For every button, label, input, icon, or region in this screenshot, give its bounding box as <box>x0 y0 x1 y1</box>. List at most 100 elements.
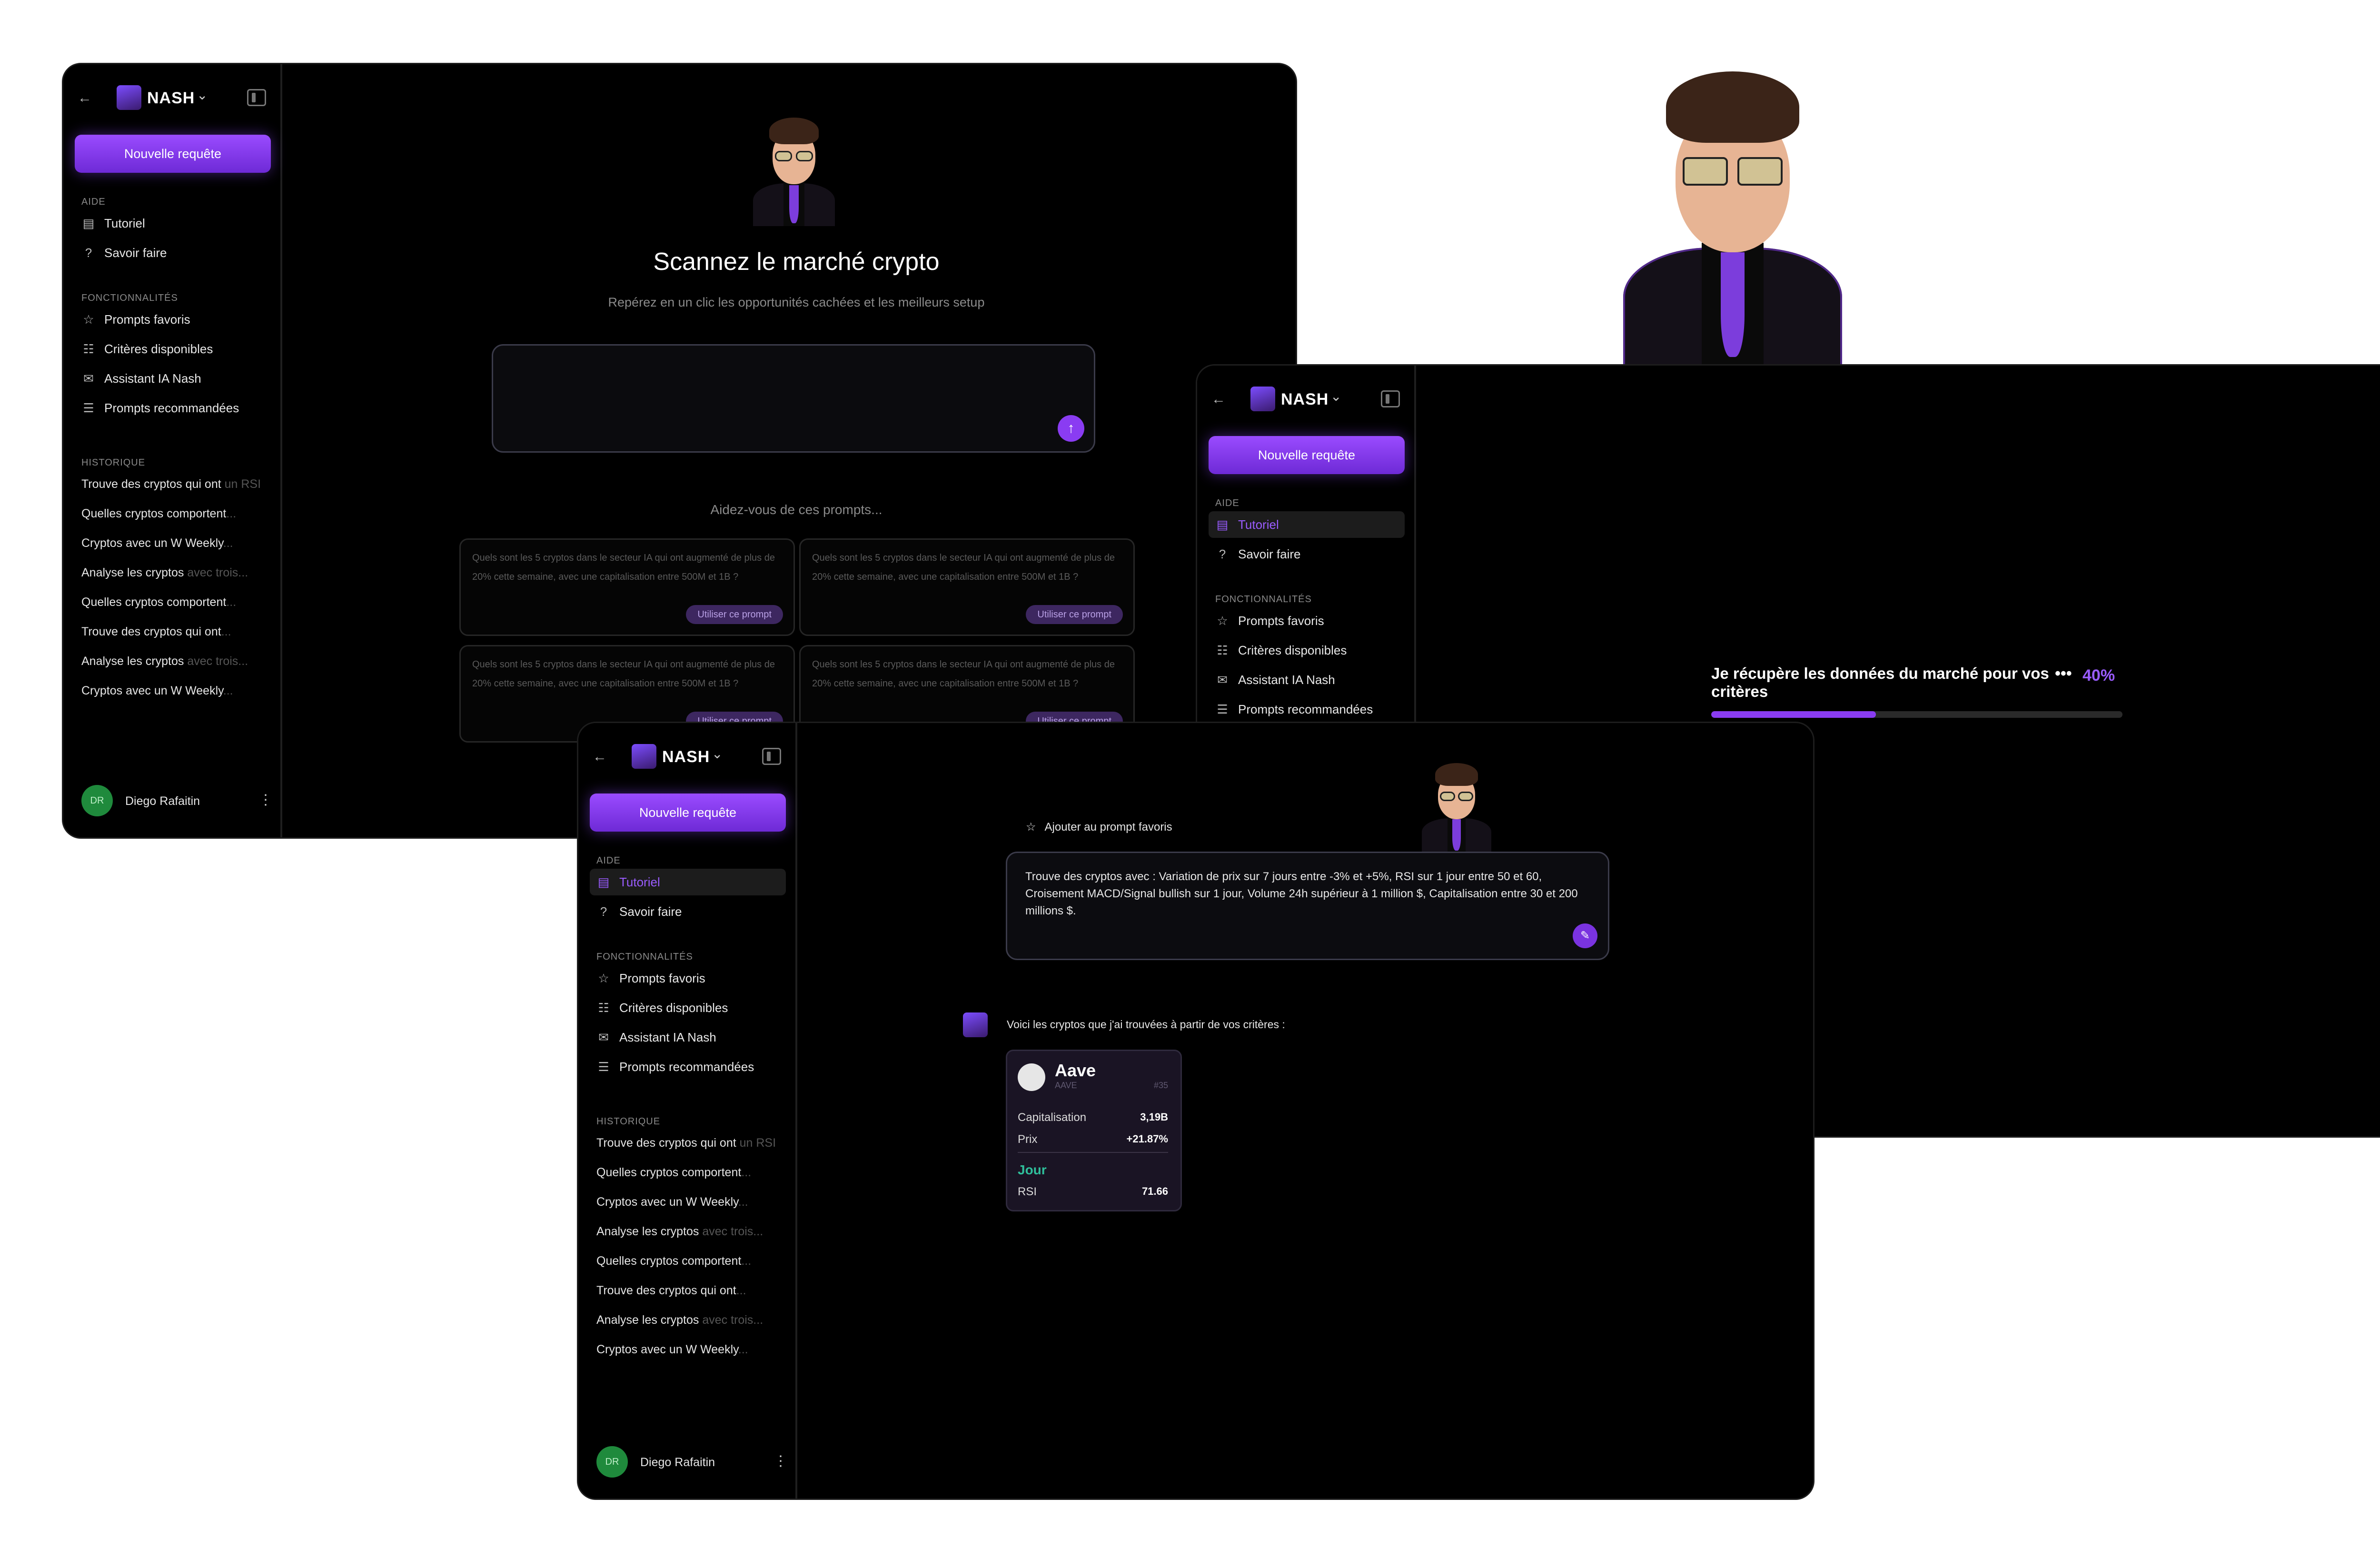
criteria-icon: ☷ <box>83 341 94 356</box>
sidebar-item-assistant[interactable]: ✉ Assistant IA Nash <box>75 365 271 392</box>
sidebar-item-tutoriel[interactable]: ▤ Tutoriel <box>590 869 786 895</box>
nash-mascot-icon <box>746 117 842 226</box>
help-circle-icon: ? <box>85 245 92 260</box>
sidebar-item-label: Assistant IA Nash <box>1238 672 1335 687</box>
history-item[interactable]: Trouve des cryptos qui ont un RSI <box>596 1136 787 1150</box>
user-name: Diego Rafaitin <box>125 794 200 808</box>
brand-name: NASH <box>662 748 710 766</box>
use-prompt-button[interactable]: Utiliser ce prompt <box>1026 605 1123 624</box>
book-icon: ▤ <box>82 216 95 230</box>
history-item[interactable]: Trouve des cryptos qui ont un RSI <box>81 477 272 491</box>
chat-icon: ✉ <box>1217 672 1228 687</box>
divider <box>1018 1152 1168 1153</box>
use-prompt-button[interactable]: Utiliser ce prompt <box>686 605 783 624</box>
more-vertical-icon[interactable]: ⋮ <box>258 792 273 808</box>
window-results: ← NASH ⌄ Nouvelle requête AIDE ▤ Tutoriel… <box>577 722 1815 1500</box>
progress-bar <box>1711 711 2122 718</box>
new-request-button[interactable]: Nouvelle requête <box>1209 436 1405 474</box>
history-item[interactable]: Quelles cryptos comportent... <box>596 1254 787 1268</box>
back-arrow-icon[interactable]: ← <box>78 90 92 106</box>
coin-rank: #35 <box>1153 1081 1168 1090</box>
sidebar-item-prompts-favoris[interactable]: ☆ Prompts favoris <box>590 965 786 992</box>
history-item[interactable]: Cryptos avec un W Weekly... <box>596 1343 787 1357</box>
history-item[interactable]: Quelles cryptos comportent... <box>596 1166 787 1180</box>
coin-name: Aave <box>1055 1061 1096 1080</box>
history-item[interactable]: Analyse les cryptos avec trois... <box>81 655 272 668</box>
nash-avatar <box>1250 387 1275 411</box>
sidebar-item-prompts-favoris[interactable]: ☆ Prompts favoris <box>1209 607 1405 634</box>
sidebar-item-assistant[interactable]: ✉ Assistant IA Nash <box>590 1024 786 1051</box>
sidebar-toggle-icon[interactable] <box>247 89 266 106</box>
back-arrow-icon[interactable]: ← <box>1211 391 1226 407</box>
sidebar-item-label: Prompts favoris <box>104 312 190 327</box>
user-profile[interactable]: DR Diego Rafaitin ⋮ <box>81 785 273 818</box>
sidebar-item-recommandees[interactable]: ☰ Prompts recommandées <box>590 1053 786 1080</box>
chevron-down-icon[interactable]: ⌄ <box>712 746 723 762</box>
history-item[interactable]: Cryptos avec un W Weekly... <box>81 684 272 698</box>
sidebar-item-label: Prompts recommandées <box>104 400 239 415</box>
sidebar-item-tutoriel[interactable]: ▤ Tutoriel <box>75 210 271 237</box>
avatar: DR <box>596 1446 628 1478</box>
user-profile[interactable]: DR Diego Rafaitin ⋮ <box>596 1446 788 1479</box>
sidebar-toggle-icon[interactable] <box>762 748 781 765</box>
nash-avatar <box>632 744 656 769</box>
sidebar-item-label: Tutoriel <box>104 216 145 230</box>
history-item[interactable]: Analyse les cryptos avec trois... <box>596 1225 787 1239</box>
sidebar-item-criteres[interactable]: ☷ Critères disponibles <box>590 994 786 1021</box>
nash-mascot-illustration <box>1604 67 1861 371</box>
new-request-button[interactable]: Nouvelle requête <box>590 794 786 832</box>
sidebar-header: ← NASH ⌄ <box>593 742 783 771</box>
crypto-result-card[interactable]: Aave AAVE #35 Capitalisation 3,19B Prix +2… <box>1006 1050 1182 1211</box>
sidebar-item-label: Tutoriel <box>619 874 660 889</box>
history-item[interactable]: Trouve des cryptos qui ont... <box>596 1284 787 1298</box>
sidebar-item-prompts-favoris[interactable]: ☆ Prompts favoris <box>75 306 271 333</box>
prompt-input[interactable]: ↑ <box>492 344 1095 453</box>
chevron-down-icon[interactable]: ⌄ <box>197 87 208 103</box>
coin-price-row: Prix +21.87% <box>1018 1133 1168 1146</box>
add-to-favorites-button[interactable]: ☆ Ajouter au prompt favoris <box>1026 820 1172 834</box>
sidebar-item-recommandees[interactable]: ☰ Prompts recommandées <box>1209 696 1405 723</box>
sidebar-item-criteres[interactable]: ☷ Critères disponibles <box>1209 637 1405 664</box>
history-item[interactable]: Analyse les cryptos avec trois... <box>81 566 272 580</box>
prompt-suggestion-card[interactable]: Quels sont les 5 cryptos dans le secteur… <box>799 538 1135 636</box>
page-subtitle: Repérez en un clic les opportunités cach… <box>608 295 985 309</box>
progress-percent: 40% <box>2082 666 2115 685</box>
sidebar-item-label: Tutoriel <box>1238 517 1279 532</box>
new-request-button[interactable]: Nouvelle requête <box>75 135 271 173</box>
star-icon: ☆ <box>1217 613 1228 628</box>
history-item[interactable]: Analyse les cryptos avec trois... <box>596 1313 787 1327</box>
history-item[interactable]: Quelles cryptos comportent... <box>81 595 272 609</box>
section-aide: AIDE <box>1215 498 1240 508</box>
history-item[interactable]: Cryptos avec un W Weekly... <box>596 1195 787 1209</box>
progress-bar-fill <box>1711 711 1876 718</box>
loading-text: Je récupère les données du marché pour v… <box>1711 665 2049 700</box>
sidebar-item-label: Critères disponibles <box>104 341 213 356</box>
sidebar-toggle-icon[interactable] <box>1381 390 1400 407</box>
more-vertical-icon[interactable]: ⋮ <box>774 1453 788 1469</box>
back-arrow-icon[interactable]: ← <box>593 749 607 765</box>
sidebar-item-label: Critères disponibles <box>1238 643 1347 657</box>
star-icon: ☆ <box>598 971 609 985</box>
section-historique: HISTORIQUE <box>596 1116 661 1127</box>
sidebar-item-tutoriel[interactable]: ▤ Tutoriel <box>1209 511 1405 538</box>
send-arrow-icon[interactable]: ↑ <box>1058 415 1084 442</box>
chevron-down-icon[interactable]: ⌄ <box>1330 388 1341 404</box>
coin-logo-icon <box>1018 1063 1045 1091</box>
edit-icon[interactable]: ✎ <box>1573 923 1597 948</box>
sidebar-item-criteres[interactable]: ☷ Critères disponibles <box>75 336 271 362</box>
book-icon: ▤ <box>1216 517 1229 532</box>
history-item[interactable]: Quelles cryptos comportent... <box>81 507 272 521</box>
brand-name: NASH <box>147 89 195 107</box>
sidebar-item-savoir-faire[interactable]: ? Savoir faire <box>590 898 786 925</box>
sidebar-item-label: Prompts recommandées <box>1238 702 1373 716</box>
prompt-suggestion-card[interactable]: Quels sont les 5 cryptos dans le secteur… <box>459 538 795 636</box>
history-item[interactable]: Cryptos avec un W Weekly... <box>81 536 272 550</box>
sidebar-item-label: Assistant IA Nash <box>619 1030 716 1044</box>
history-item[interactable]: Trouve des cryptos qui ont... <box>81 625 272 639</box>
sidebar-item-assistant[interactable]: ✉ Assistant IA Nash <box>1209 666 1405 693</box>
sidebar-item-savoir-faire[interactable]: ? Savoir faire <box>75 239 271 266</box>
section-fonctionnalites: FONCTIONNALITÉS <box>596 952 693 962</box>
sidebar-item-recommandees[interactable]: ☰ Prompts recommandées <box>75 395 271 421</box>
chat-icon: ✉ <box>83 371 94 386</box>
sidebar-item-savoir-faire[interactable]: ? Savoir faire <box>1209 541 1405 567</box>
